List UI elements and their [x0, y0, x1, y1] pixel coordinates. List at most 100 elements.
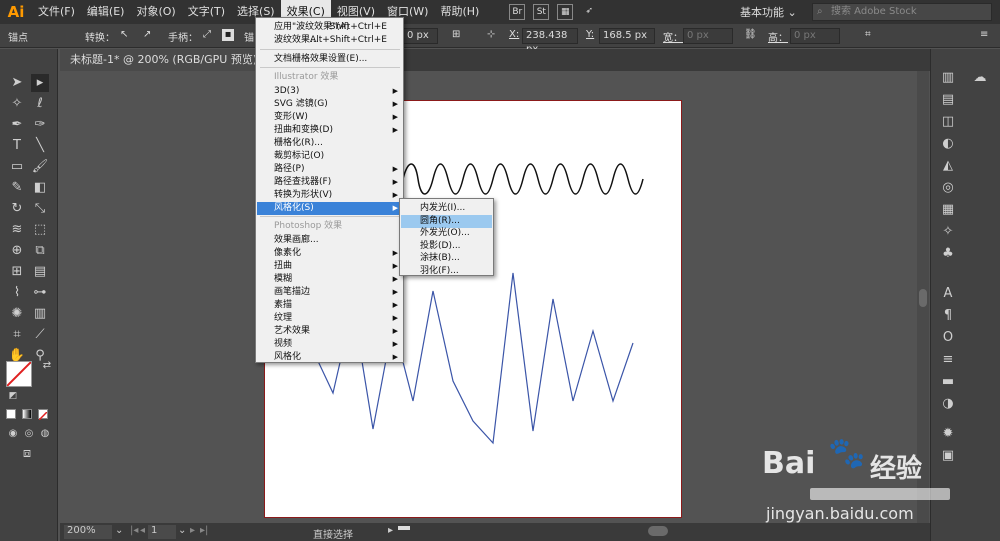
- effect-menu-item[interactable]: 路径(P) ▶: [257, 163, 403, 176]
- effect-menu-item[interactable]: 艺术效果 ▶: [257, 325, 403, 338]
- workspace-switcher[interactable]: 基本功能 ⌄: [740, 4, 797, 20]
- effect-menu-item[interactable]: 扭曲和变换(D) ▶: [257, 124, 403, 137]
- eraser-icon[interactable]: ◧: [31, 179, 49, 197]
- color-guide-icon[interactable]: ◭: [939, 157, 957, 175]
- align-icon[interactable]: ⊞: [452, 29, 460, 40]
- direct-selection-tool-icon[interactable]: ▸: [31, 74, 49, 92]
- warp-tool-icon[interactable]: ≋: [8, 221, 26, 239]
- stock-icon[interactable]: St: [533, 4, 550, 20]
- swatches-icon[interactable]: ▦: [939, 201, 957, 219]
- swap-colors-icon[interactable]: ⇄: [38, 357, 56, 375]
- lasso-icon[interactable]: ℓ: [31, 95, 49, 113]
- width-field[interactable]: 0 px: [683, 28, 733, 44]
- stylize-submenu-item[interactable]: 投影(D)...: [401, 240, 492, 253]
- effect-menu-item[interactable]: 文档栅格效果设置(E)...: [257, 53, 403, 66]
- color-mode-icon[interactable]: [6, 409, 16, 419]
- stylize-submenu-item[interactable]: 涂抹(B)...: [401, 252, 492, 265]
- gradient-icon[interactable]: ▬: [939, 373, 957, 391]
- menu-object[interactable]: 对象(O): [130, 0, 181, 24]
- zoom-select[interactable]: 200%: [64, 525, 112, 539]
- appearance-icon[interactable]: ◎: [939, 179, 957, 197]
- artboard-dropdown-icon[interactable]: ⌄: [178, 525, 186, 536]
- convert-corner-icon[interactable]: ↖: [120, 29, 128, 40]
- scale-tool-icon[interactable]: ⤡: [31, 200, 49, 218]
- show-handles-icon[interactable]: ⤢: [203, 29, 211, 40]
- transform-icon[interactable]: ⊹: [487, 29, 495, 40]
- corner-radius-field[interactable]: 0 px: [403, 28, 438, 44]
- effect-menu-item[interactable]: 风格化(S) ▶: [257, 202, 403, 215]
- effect-menu-item[interactable]: 纹理 ▶: [257, 312, 403, 325]
- effect-menu-item[interactable]: 栅格化(R)...: [257, 137, 403, 150]
- previous-artboard-icon[interactable]: ◂: [140, 525, 145, 536]
- menu-edit[interactable]: 编辑(E): [81, 0, 131, 24]
- shaper-tool-icon[interactable]: ✎: [8, 179, 26, 197]
- height-field[interactable]: 0 px: [790, 28, 840, 44]
- curvature-tool-icon[interactable]: ✑: [31, 116, 49, 134]
- effect-menu-item[interactable]: 视频 ▶: [257, 338, 403, 351]
- status-menu-arrow-icon[interactable]: ▸: [388, 525, 393, 536]
- effect-menu-item[interactable]: SVG 滤镜(G) ▶: [257, 98, 403, 111]
- type-tool-icon[interactable]: T: [8, 137, 26, 155]
- shape-builder-icon[interactable]: ⊕: [8, 242, 26, 260]
- effect-menu-item[interactable]: 效果画廊...: [257, 234, 403, 247]
- layers-icon[interactable]: ▤: [939, 91, 957, 109]
- last-artboard-icon[interactable]: ▸|: [200, 525, 208, 536]
- rectangle-tool-icon[interactable]: ▭: [8, 158, 26, 176]
- perspective-grid-icon[interactable]: ⧉: [31, 242, 49, 260]
- menu-file[interactable]: 文件(F): [32, 0, 81, 24]
- x-field[interactable]: 238.438 px: [522, 28, 578, 55]
- menu-type[interactable]: 文字(T): [182, 0, 231, 24]
- effect-menu-item[interactable]: 3D(3) ▶: [257, 85, 403, 98]
- pen-tool-icon[interactable]: ✒: [8, 116, 26, 134]
- wave-path[interactable]: [402, 163, 644, 195]
- hide-handles-icon[interactable]: ▪: [222, 29, 234, 41]
- y-field[interactable]: 168.5 px: [599, 28, 655, 44]
- line-tool-icon[interactable]: ╲: [31, 137, 49, 155]
- column-graph-icon[interactable]: ▥: [31, 305, 49, 323]
- gradient-tool-icon[interactable]: ▤: [31, 263, 49, 281]
- link-icon[interactable]: ⛓: [744, 29, 757, 40]
- stylize-submenu-item[interactable]: 外发光(O)...: [401, 227, 492, 240]
- artboard-tool-icon[interactable]: ⌗: [8, 326, 26, 344]
- effect-menu-item[interactable]: 应用"波纹效果"(A) Shift+Ctrl+E: [257, 21, 403, 34]
- rotate-tool-icon[interactable]: ↻: [8, 200, 26, 218]
- artboard-number-field[interactable]: 1: [148, 525, 176, 539]
- fill-swatch[interactable]: [6, 361, 32, 387]
- cc-libraries-icon[interactable]: ☁: [971, 69, 989, 87]
- effect-menu-item[interactable]: 扭曲 ▶: [257, 260, 403, 273]
- mesh-tool-icon[interactable]: ⊞: [8, 263, 26, 281]
- stroke-icon[interactable]: ≡: [939, 351, 957, 369]
- transparency-icon[interactable]: ◑: [939, 395, 957, 413]
- eyedropper-icon[interactable]: ⌇: [8, 284, 26, 302]
- paintbrush-icon[interactable]: 🖌: [31, 158, 49, 176]
- effect-menu-item[interactable]: 风格化 ▶: [257, 351, 403, 364]
- effect-menu-item[interactable]: 路径查找器(F) ▶: [257, 176, 403, 189]
- none-mode-icon[interactable]: [38, 409, 48, 421]
- opentype-icon[interactable]: O: [939, 329, 957, 347]
- convert-smooth-icon[interactable]: ↗: [143, 29, 151, 40]
- isolate-icon[interactable]: ⌗: [865, 29, 871, 40]
- effect-menu-item[interactable]: 波纹效果... Alt+Shift+Ctrl+E: [257, 34, 403, 47]
- selection-tool-icon[interactable]: ➤: [8, 74, 26, 92]
- slice-tool-icon[interactable]: ⟋: [31, 326, 49, 344]
- draw-inside-icon[interactable]: ◍: [36, 425, 54, 443]
- free-transform-icon[interactable]: ⬚: [31, 221, 49, 239]
- zoom-dropdown-icon[interactable]: ⌄: [115, 525, 123, 536]
- effect-menu-item[interactable]: 像素化 ▶: [257, 247, 403, 260]
- first-artboard-icon[interactable]: |◂: [130, 525, 138, 536]
- gpu-rocket-icon[interactable]: ➶: [581, 4, 597, 20]
- artboards-icon[interactable]: ◫: [939, 113, 957, 131]
- effect-menu-item[interactable]: 素描 ▶: [257, 299, 403, 312]
- brushes-icon[interactable]: ✧: [939, 223, 957, 241]
- horizontal-scroll-thumb[interactable]: [648, 526, 668, 536]
- bridge-icon[interactable]: Br: [509, 4, 526, 20]
- panel-menu-icon[interactable]: ≡: [980, 29, 988, 40]
- screen-mode-icon[interactable]: ⧈: [18, 445, 36, 463]
- effect-menu-item[interactable]: 裁剪标记(O): [257, 150, 403, 163]
- effect-menu-item[interactable]: 模糊 ▶: [257, 273, 403, 286]
- stock-search-input[interactable]: ⌕ 搜索 Adobe Stock: [812, 3, 992, 21]
- symbol-sprayer-icon[interactable]: ✺: [8, 305, 26, 323]
- effect-menu-item[interactable]: 转换为形状(V) ▶: [257, 189, 403, 202]
- paragraph-icon[interactable]: ¶: [939, 307, 957, 325]
- arrange-documents-icon[interactable]: ▦: [557, 4, 574, 20]
